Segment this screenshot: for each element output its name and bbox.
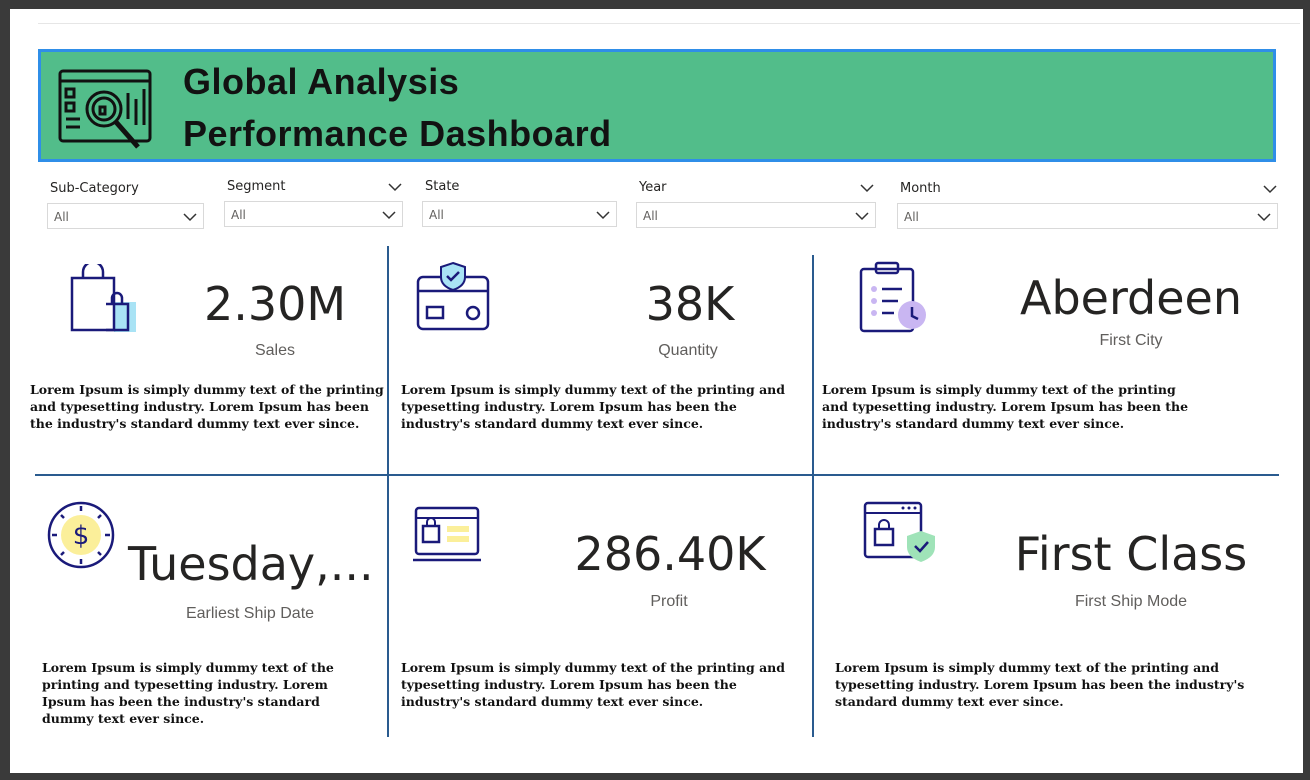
report-canvas: Global Analysis Performance Dashboard Su… <box>10 9 1303 773</box>
profit-description: Lorem Ipsum is simply dummy text of the … <box>401 660 786 709</box>
slicer-year: Year All <box>636 180 876 230</box>
top-divider <box>38 23 1300 24</box>
quantity-kpi-caption: Quantity <box>658 342 718 359</box>
sub-category-dropdown[interactable]: All <box>47 203 204 229</box>
first-ship-mode-kpi-value: First Class <box>1014 527 1248 581</box>
earliest-ship-date-description: Lorem Ipsum is simply dummy text of the … <box>42 660 334 726</box>
sales-description: Lorem Ipsum is simply dummy text of the … <box>30 382 384 431</box>
first-ship-mode-description: Lorem Ipsum is simply dummy text of the … <box>835 660 1245 709</box>
dropdown-value: All <box>231 208 246 222</box>
earliest-ship-date-kpi-caption: Earliest Ship Date <box>185 605 315 622</box>
slicer-label: Year <box>639 180 667 195</box>
state-dropdown[interactable]: All <box>422 201 617 227</box>
chevron-down-icon <box>596 211 610 220</box>
horizontal-divider <box>35 474 1279 476</box>
slicer-label: Sub-Category <box>50 181 139 196</box>
dropdown-value: All <box>54 210 69 224</box>
browser-bag-shield-icon <box>863 501 935 562</box>
slicer-month: Month All <box>897 181 1278 231</box>
chevron-down-icon <box>1257 213 1271 222</box>
vertical-divider <box>812 475 814 737</box>
dropdown-value: All <box>429 208 444 222</box>
dollar-coin-icon: $ <box>47 501 115 569</box>
slicer-segment: Segment All <box>224 179 403 229</box>
sales-kpi-caption: Sales <box>254 342 296 359</box>
year-dropdown[interactable]: All <box>636 202 876 228</box>
banner-title-line1: Global Analysis <box>183 61 460 102</box>
slicer-label: Segment <box>227 179 286 194</box>
month-dropdown[interactable]: All <box>897 203 1278 229</box>
profit-kpi-caption: Profit <box>650 593 688 610</box>
chevron-down-icon <box>855 212 869 221</box>
dropdown-value: All <box>643 209 658 223</box>
chevron-down-icon[interactable] <box>388 182 402 192</box>
quantity-description: Lorem Ipsum is simply dummy text of the … <box>401 382 786 431</box>
slicer-sub-category: Sub-Category All <box>47 181 204 231</box>
slicer-label: Month <box>900 181 941 196</box>
slicer-label: State <box>425 179 460 194</box>
credit-card-shield-icon <box>416 261 490 331</box>
svg-text:$: $ <box>73 521 90 551</box>
analytics-magnifier-icon <box>58 69 152 149</box>
header-banner: Global Analysis Performance Dashboard <box>38 49 1276 162</box>
vertical-divider <box>812 255 814 474</box>
chevron-down-icon[interactable] <box>860 183 874 193</box>
segment-dropdown[interactable]: All <box>224 201 403 227</box>
slicer-state: State All <box>422 179 617 229</box>
banner-title-line2: Performance Dashboard <box>183 113 612 154</box>
chevron-down-icon <box>183 213 197 222</box>
sales-kpi-value: 2.30M <box>203 277 347 331</box>
first-ship-mode-kpi-caption: First Ship Mode <box>1074 593 1188 610</box>
chevron-down-icon[interactable] <box>1263 184 1277 194</box>
vertical-divider <box>387 246 389 474</box>
first-city-kpi-caption: First City <box>1099 332 1163 349</box>
chevron-down-icon <box>382 211 396 220</box>
shopping-bag-icon <box>70 264 136 332</box>
first-city-description: Lorem Ipsum is simply dummy text of the … <box>822 382 1189 431</box>
profit-kpi-value: 286.40K <box>574 527 766 581</box>
first-city-kpi-value: Aberdeen <box>1019 271 1243 325</box>
laptop-shop-icon <box>413 506 481 562</box>
quantity-kpi-value: 38K <box>645 277 735 331</box>
earliest-ship-date-kpi-value: Tuesday,... <box>128 537 374 591</box>
clipboard-clock-icon <box>859 261 926 333</box>
vertical-divider <box>387 475 389 737</box>
dropdown-value: All <box>904 210 919 224</box>
